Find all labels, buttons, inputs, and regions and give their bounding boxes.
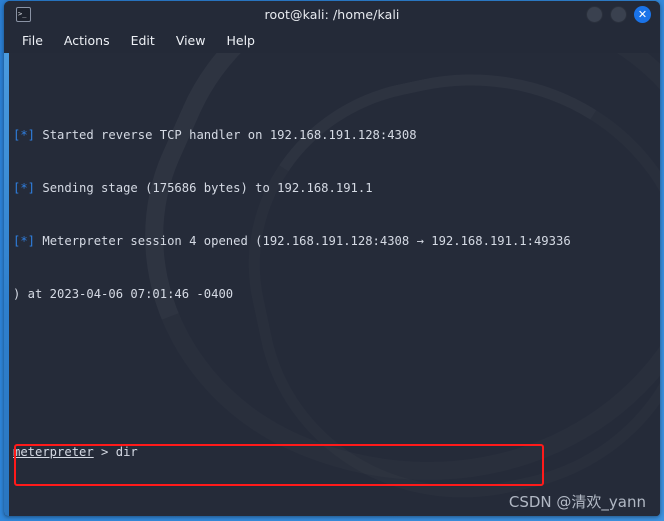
window-title: root@kali: /home/kali bbox=[264, 7, 400, 22]
terminal-output[interactable]: [*] Started reverse TCP handler on 192.1… bbox=[4, 53, 660, 516]
close-button[interactable]: ✕ bbox=[634, 6, 651, 23]
terminal-line-text: Sending stage (175686 bytes) to 192.168.… bbox=[35, 181, 373, 196]
menu-item-actions[interactable]: Actions bbox=[64, 33, 110, 48]
terminal-window: root@kali: /home/kali ✕ File Actions Edi… bbox=[4, 1, 660, 516]
meterpreter-prompt: meterpreter bbox=[13, 445, 94, 460]
terminal-line: ) at 2023-04-06 07:01:46 -0400 bbox=[13, 286, 654, 304]
window-controls: ✕ bbox=[586, 6, 651, 23]
terminal-line-text: Meterpreter session 4 opened (192.168.19… bbox=[35, 233, 571, 248]
menu-item-file[interactable]: File bbox=[22, 33, 43, 48]
info-marker: [*] bbox=[13, 128, 36, 143]
maximize-button[interactable] bbox=[610, 6, 627, 23]
watermark: CSDN @清欢_yann bbox=[508, 493, 646, 511]
terminal-prompt-line: meterpreter > dir bbox=[13, 444, 654, 462]
info-marker: [*] bbox=[13, 233, 36, 248]
terminal-line: [*] Sending stage (175686 bytes) to 192.… bbox=[13, 180, 654, 198]
menu-item-edit[interactable]: Edit bbox=[131, 33, 155, 48]
menu-item-help[interactable]: Help bbox=[226, 33, 255, 48]
terminal-line-text: Started reverse TCP handler on 192.168.1… bbox=[35, 128, 417, 143]
menu-item-view[interactable]: View bbox=[176, 33, 206, 48]
terminal-line-text: ) at 2023-04-06 07:01:46 -0400 bbox=[13, 286, 234, 301]
terminal-line: [*] Meterpreter session 4 opened (192.16… bbox=[13, 233, 654, 251]
info-marker: [*] bbox=[13, 181, 36, 196]
terminal-body[interactable]: [*] Started reverse TCP handler on 192.1… bbox=[4, 53, 660, 516]
minimize-button[interactable] bbox=[586, 6, 603, 23]
entered-command: dir bbox=[115, 445, 138, 460]
title-bar[interactable]: root@kali: /home/kali ✕ bbox=[4, 1, 660, 28]
prompt-separator: > bbox=[93, 445, 116, 460]
desktop-background: root@kali: /home/kali ✕ File Actions Edi… bbox=[0, 0, 664, 521]
menu-bar: File Actions Edit View Help bbox=[4, 28, 660, 53]
terminal-line: [*] Started reverse TCP handler on 192.1… bbox=[13, 127, 654, 145]
